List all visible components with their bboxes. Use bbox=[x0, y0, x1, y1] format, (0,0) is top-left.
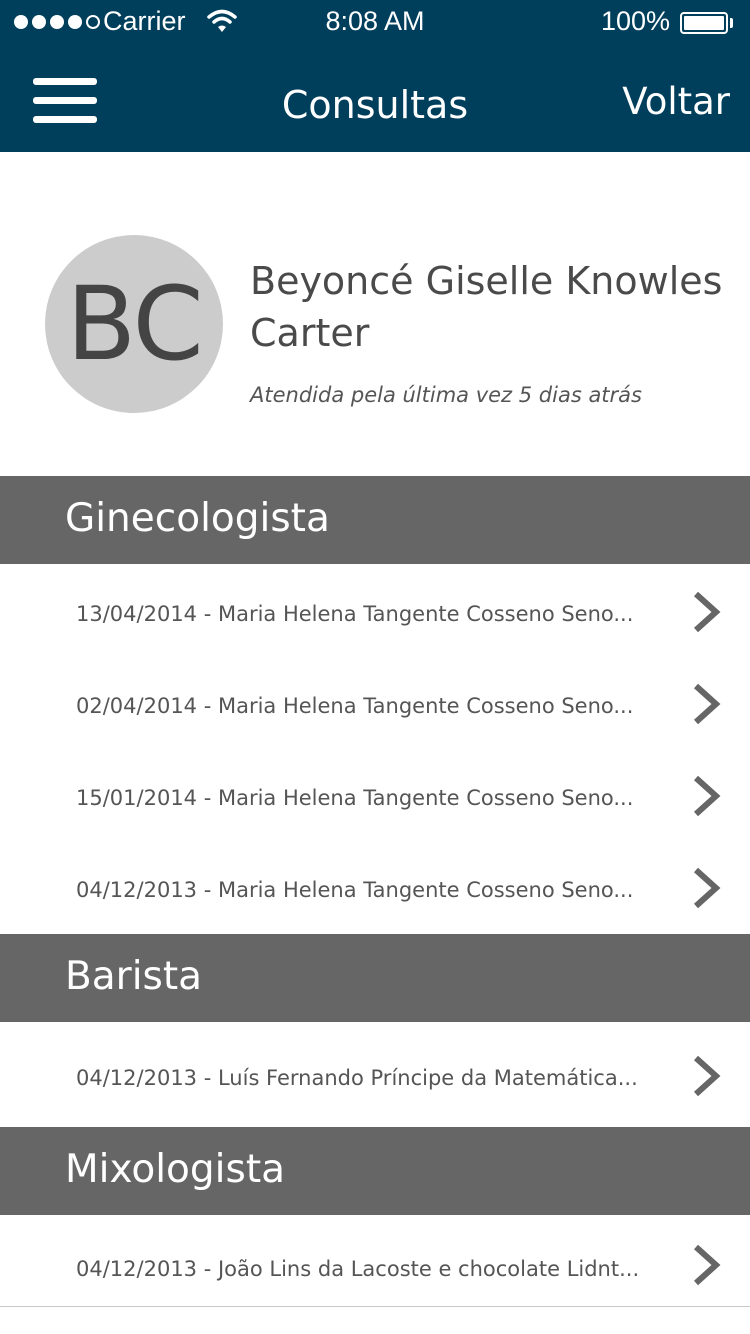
list-item[interactable]: 04/12/2013 - Luís Fernando Príncipe da M… bbox=[0, 1022, 750, 1126]
appointment-label: 13/04/2014 - Maria Helena Tangente Cosse… bbox=[76, 602, 634, 626]
appointment-label: 04/12/2013 - Luís Fernando Príncipe da M… bbox=[76, 1066, 638, 1090]
list-item[interactable]: 02/04/2014 - Maria Helena Tangente Cosse… bbox=[0, 657, 750, 750]
battery-tip bbox=[730, 18, 733, 28]
patient-name: Beyoncé Giselle Knowles Carter bbox=[250, 259, 723, 355]
section-title: Mixologista bbox=[65, 1147, 286, 1192]
battery-percentage: 100% bbox=[600, 6, 670, 36]
appointment-label: 04/12/2013 - João Lins da Lacoste e choc… bbox=[76, 1257, 640, 1281]
appointment-label: 04/12/2013 - Maria Helena Tangente Cosse… bbox=[76, 878, 634, 902]
chevron-right-icon bbox=[693, 1055, 721, 1097]
chevron-right-icon bbox=[693, 683, 721, 725]
chevron-right-icon bbox=[693, 591, 721, 633]
section-header-mixologista: Mixologista bbox=[0, 1127, 750, 1215]
section-title: Ginecologista bbox=[65, 496, 330, 541]
appointment-label: 02/04/2014 - Maria Helena Tangente Cosse… bbox=[76, 694, 634, 718]
last-visit-text: Atendida pela última vez 5 dias atrás bbox=[250, 383, 642, 407]
chevron-right-icon bbox=[693, 867, 721, 909]
appointment-label: 15/01/2014 - Maria Helena Tangente Cosse… bbox=[76, 786, 634, 810]
chevron-right-icon bbox=[693, 1244, 721, 1286]
section-title: Barista bbox=[65, 954, 203, 999]
list-item[interactable]: 04/12/2013 - Maria Helena Tangente Cosse… bbox=[0, 841, 750, 933]
battery-icon bbox=[680, 12, 728, 34]
status-bar: Carrier 8:08 AM 100% bbox=[0, 0, 750, 48]
navigation-bar: Carrier 8:08 AM 100% Consultas Voltar bbox=[0, 0, 750, 152]
list-item[interactable]: 13/04/2014 - Maria Helena Tangente Cosse… bbox=[0, 564, 750, 658]
list-item[interactable]: 15/01/2014 - Maria Helena Tangente Cosse… bbox=[0, 749, 750, 842]
back-button[interactable]: Voltar bbox=[622, 80, 730, 123]
avatar: BC bbox=[45, 235, 223, 413]
patient-profile: BC Beyoncé Giselle Knowles Carter Atendi… bbox=[0, 152, 750, 476]
chevron-right-icon bbox=[693, 775, 721, 817]
list-item[interactable]: 04/12/2013 - João Lins da Lacoste e choc… bbox=[0, 1215, 750, 1307]
section-header-barista: Barista bbox=[0, 934, 750, 1022]
section-header-ginecologista: Ginecologista bbox=[0, 476, 750, 564]
